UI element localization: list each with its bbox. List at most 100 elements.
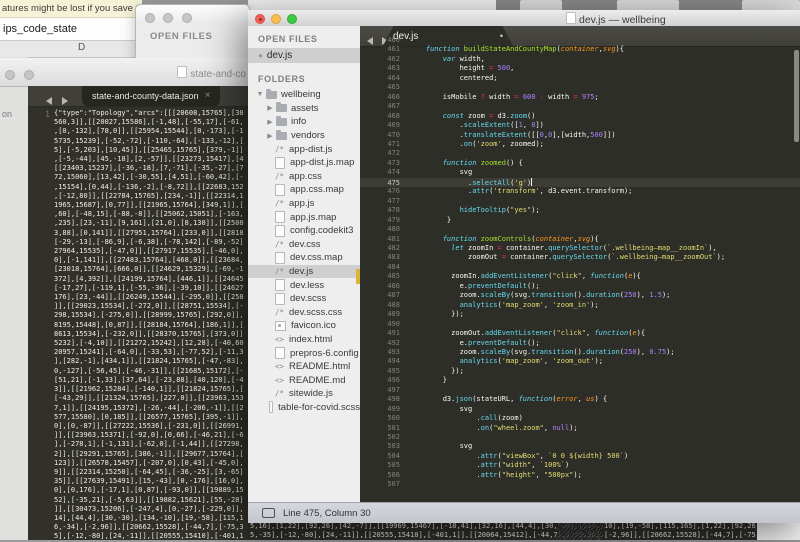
tree-item-app-js[interactable]: /*app.js	[248, 197, 360, 211]
code-line-501[interactable]: 501 .on("wheel.zoom", null);	[360, 424, 800, 433]
code-line-462[interactable]: 462 var width,	[360, 55, 800, 64]
tree-item-app-css[interactable]: /*app.css	[248, 170, 360, 184]
tree-item-wellbeing[interactable]: ▼wellbeing	[248, 88, 360, 102]
cursor-position-text[interactable]: Line 475, Column 30	[283, 508, 371, 519]
code-line-496[interactable]: 496 }	[360, 376, 800, 385]
code-line-490[interactable]: 490	[360, 320, 800, 329]
code-line-467[interactable]: 467	[360, 102, 800, 111]
tree-item-dev-js[interactable]: /*dev.js	[248, 265, 360, 279]
traffic-lights-inactive[interactable]	[5, 67, 34, 85]
tab-nav-arrows[interactable]	[46, 92, 68, 110]
code-line-480[interactable]: 480	[360, 225, 800, 234]
code-line-466[interactable]: 466 isMobile ? width = 600 : width = 975…	[360, 93, 800, 102]
code-line-482[interactable]: 482 let zoomIn = container.querySelector…	[360, 244, 800, 253]
code-line-473[interactable]: 473 function zoomed() {	[360, 159, 800, 168]
mini-window-titlebar[interactable]	[136, 5, 249, 23]
minimize-button[interactable]	[163, 13, 173, 23]
tree-item-index-html[interactable]: <>index.html	[248, 333, 360, 347]
tree-item-info[interactable]: ▶info	[248, 115, 360, 129]
prev-tab-icon[interactable]	[46, 97, 52, 105]
close-button[interactable]	[145, 13, 155, 23]
open-file-devjs[interactable]: ●dev.js	[248, 48, 360, 63]
code-line-472[interactable]: 472	[360, 149, 800, 158]
minimize-button[interactable]	[271, 14, 281, 24]
tree-item-readme-html[interactable]: <>README.html	[248, 360, 360, 374]
formula-bar[interactable]: ips_code_state	[0, 18, 143, 41]
chevron-down-icon[interactable]: ▼	[256, 91, 264, 98]
code-line-483[interactable]: 483 zoomOut = container.querySelector(`.…	[360, 253, 800, 262]
tree-item-app-dist-js-map[interactable]: app-dist.js.map	[248, 156, 360, 170]
code-line-497[interactable]: 497	[360, 386, 800, 395]
code-line-479[interactable]: 479 }	[360, 216, 800, 225]
code-line-489[interactable]: 489 });	[360, 310, 800, 319]
code-line-464[interactable]: 464 centered;	[360, 74, 800, 83]
tree-item-table-for-covid-scss[interactable]: table-for-covid.scss	[248, 401, 360, 415]
tree-item-vendors[interactable]: ▶vendors	[248, 129, 360, 143]
code-line-475[interactable]: 475 .selectAll('g')	[360, 178, 800, 187]
code-line-461[interactable]: 461 function buildStateAndCountyMap(cont…	[360, 45, 800, 54]
code-line-507[interactable]: 507	[360, 480, 800, 489]
code-line-485[interactable]: 485 zoomIn.addEventListener("click", fun…	[360, 272, 800, 281]
code-line-498[interactable]: 498 d3.json(stateURL, function(error, us…	[360, 395, 800, 404]
code-line-500[interactable]: 500 .call(zoom)	[360, 414, 800, 423]
tree-item-dev-css-map[interactable]: dev.css.map	[248, 251, 360, 265]
close-icon[interactable]: ×	[205, 86, 211, 106]
code-line-505[interactable]: 505 .attr("width", `100%`)	[360, 461, 800, 470]
window-titlebar[interactable]: dev.js — wellbeing	[248, 10, 800, 27]
tree-item-sitewide-js[interactable]: /*sitewide.js	[248, 387, 360, 401]
vertical-scrollbar-thumb[interactable]	[794, 50, 799, 142]
tree-item-dev-css[interactable]: /*dev.css	[248, 238, 360, 252]
tree-item-config-codekit3[interactable]: config.codekit3	[248, 224, 360, 238]
column-header-d[interactable]: D	[78, 42, 85, 53]
code-line-469[interactable]: 469 .scaleExtent([1, 8])	[360, 121, 800, 130]
tree-item-app-css-map[interactable]: app.css.map	[248, 183, 360, 197]
code-line-476[interactable]: 476 .attr('transform', d3.event.transfor…	[360, 187, 800, 196]
code-line-495[interactable]: 495 });	[360, 367, 800, 376]
traffic-lights-inactive[interactable]	[145, 10, 192, 28]
traffic-lights[interactable]	[255, 14, 297, 24]
code-line-463[interactable]: 463 height = 500,	[360, 64, 800, 73]
json-window-titlebar[interactable]: state-and-co	[0, 58, 248, 87]
tree-item-dev-less[interactable]: dev.less	[248, 278, 360, 292]
tree-item-assets[interactable]: ▶assets	[248, 102, 360, 116]
close-button[interactable]	[255, 14, 265, 24]
tree-item-favicon-ico[interactable]: favicon.ico	[248, 319, 360, 333]
code-line-494[interactable]: 494 analytics('map_zoom', 'zoom_out');	[360, 357, 800, 366]
code-editor[interactable]: dev.js • 460461 function buildStateAndCo…	[360, 26, 800, 502]
code-line-491[interactable]: 491 zoomOut.addEventListener("click", fu…	[360, 329, 800, 338]
code-line-504[interactable]: 504 .attr("viewBox", `0 0 ${width} 500`)	[360, 452, 800, 461]
tree-item-readme-md[interactable]: <>README.md	[248, 373, 360, 387]
code-line-477[interactable]: 477	[360, 197, 800, 206]
code-line-502[interactable]: 502	[360, 433, 800, 442]
next-tab-icon[interactable]	[62, 97, 68, 105]
code-line-506[interactable]: 506 .attr("height", "500px");	[360, 471, 800, 480]
tree-item-app-js-map[interactable]: app.js.map	[248, 210, 360, 224]
code-line-468[interactable]: 468 const zoom = d3.zoom()	[360, 112, 800, 121]
code-line-474[interactable]: 474 svg	[360, 168, 800, 177]
code-line-499[interactable]: 499 svg	[360, 405, 800, 414]
chevron-right-icon[interactable]: ▶	[266, 104, 274, 112]
chevron-right-icon[interactable]: ▶	[266, 132, 274, 140]
json-content[interactable]: {"type":"Topology","arcs":[[[20608,15765…	[54, 109, 246, 542]
code-line-465[interactable]: 465	[360, 83, 800, 92]
code-line-486[interactable]: 486 e.preventDefault();	[360, 282, 800, 291]
code-line-478[interactable]: 478 hideTooltip("yes");	[360, 206, 800, 215]
minimize-button[interactable]	[24, 70, 34, 80]
tree-item-prepros-6-config[interactable]: prepros-6.config	[248, 346, 360, 360]
code-line-470[interactable]: 470 .translateExtent([[0,0],[width,500]]…	[360, 131, 800, 140]
code-line-481[interactable]: 481 function zoomControls(container,svg)…	[360, 235, 800, 244]
tree-item-dev-scss-css[interactable]: /*dev.scss.css	[248, 306, 360, 320]
close-button[interactable]	[5, 70, 15, 80]
code-line-492[interactable]: 492 e.preventDefault();	[360, 339, 800, 348]
code-line-488[interactable]: 488 analytics('map_zoom', 'zoom_in');	[360, 301, 800, 310]
chevron-right-icon[interactable]: ▶	[266, 118, 274, 126]
code-lines[interactable]: 460461 function buildStateAndCountyMap(c…	[360, 41, 800, 490]
code-line-460[interactable]: 460	[360, 36, 800, 45]
code-line-484[interactable]: 484	[360, 263, 800, 272]
code-line-493[interactable]: 493 zoom.scaleBy(svg.transition().durati…	[360, 348, 800, 357]
tree-item-dev-scss[interactable]: dev.scss	[248, 292, 360, 306]
zoom-button[interactable]	[182, 13, 192, 23]
code-line-503[interactable]: 503 svg	[360, 442, 800, 451]
tree-item-app-dist-js[interactable]: /*app-dist.js	[248, 142, 360, 156]
code-line-487[interactable]: 487 zoom.scaleBy(svg.transition().durati…	[360, 291, 800, 300]
